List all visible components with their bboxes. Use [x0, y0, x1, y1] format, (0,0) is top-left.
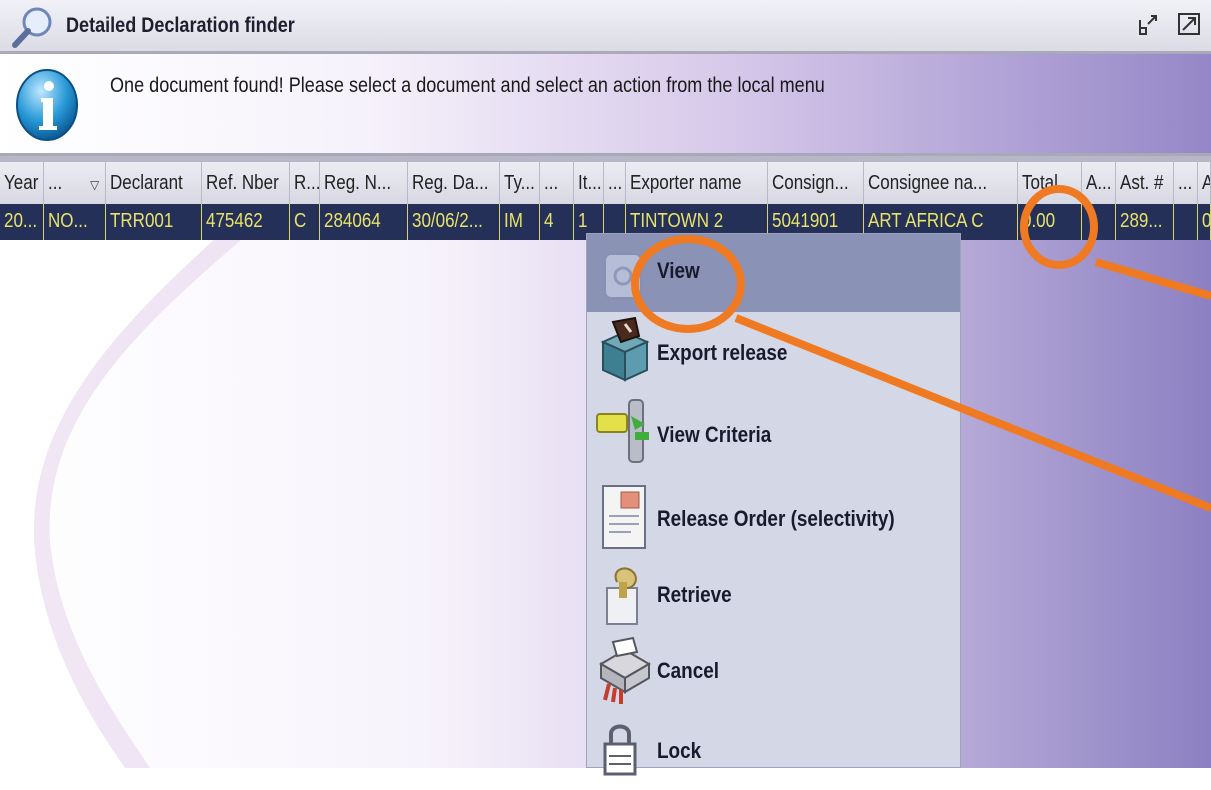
title-bar: Detailed Declaration finder	[0, 0, 1211, 54]
header-reg-date[interactable]: Reg. Da...	[408, 162, 500, 204]
header-col-18[interactable]: ...	[1174, 162, 1198, 204]
menu-label-view-criteria: View Criteria	[657, 422, 772, 447]
header-type[interactable]: Ty...	[500, 162, 540, 204]
table-header: Year ... ▽ Declarant Ref. Nber R... Reg.…	[0, 162, 1211, 204]
maximize-icon[interactable]	[1176, 10, 1202, 38]
header-col-r[interactable]: R...	[290, 162, 320, 204]
menu-item-release-order[interactable]: Release Order (selectivity)	[587, 478, 960, 556]
header-year[interactable]: Year	[0, 162, 44, 204]
cell-total: 0.00	[1018, 204, 1082, 240]
menu-label-lock: Lock	[657, 738, 702, 763]
menu-label-view: View	[657, 258, 700, 283]
header-col-11[interactable]: ...	[604, 162, 626, 204]
window-title: Detailed Declaration finder	[66, 14, 295, 37]
header-consignee-name[interactable]: Consignee na...	[864, 162, 1018, 204]
release-order-icon	[602, 485, 646, 549]
menu-item-lock[interactable]: Lock	[587, 712, 960, 790]
header-col-9[interactable]: ...	[540, 162, 574, 204]
header-col-19[interactable]: A	[1198, 162, 1211, 204]
menu-label-release-order: Release Order (selectivity)	[657, 506, 895, 531]
lock-icon	[603, 724, 637, 776]
header-items[interactable]: It...	[574, 162, 604, 204]
menu-item-view-criteria[interactable]: View Criteria	[587, 394, 960, 472]
header-col-a[interactable]: A...	[1082, 162, 1116, 204]
context-menu: View Export release View Criteria Releas…	[586, 233, 961, 776]
menu-item-cancel[interactable]: Cancel	[587, 632, 960, 710]
retrieve-icon	[606, 567, 638, 625]
cancel-icon	[599, 636, 651, 704]
cell-reg-date: 30/06/2...	[408, 204, 500, 240]
cell-col-9: 4	[540, 204, 574, 240]
cell-col-19: 0	[1198, 204, 1211, 240]
header-ast-nber[interactable]: Ast. #	[1116, 162, 1174, 204]
menu-label-retrieve: Retrieve	[657, 582, 732, 607]
header-total[interactable]: Total	[1018, 162, 1082, 204]
header-exporter-name[interactable]: Exporter name	[626, 162, 768, 204]
export-release-icon	[600, 316, 650, 382]
menu-label-cancel: Cancel	[657, 658, 720, 683]
header-declarant[interactable]: Declarant	[106, 162, 202, 204]
cell-col-2: NO...	[44, 204, 106, 240]
view-icon	[604, 253, 642, 299]
info-panel: One document found! Please select a docu…	[0, 54, 1211, 156]
header-ref-nber[interactable]: Ref. Nber	[202, 162, 290, 204]
cell-col-18	[1174, 204, 1198, 240]
cell-ast-nber: 289...	[1116, 204, 1174, 240]
cell-declarant: TRR001	[106, 204, 202, 240]
magnifier-icon	[12, 7, 52, 48]
cell-year: 20...	[0, 204, 44, 240]
cell-type: IM	[500, 204, 540, 240]
header-reg-nber[interactable]: Reg. N...	[320, 162, 408, 204]
cell-col-a	[1082, 204, 1116, 240]
cell-ref-nber: 475462	[202, 204, 290, 240]
cell-col-r: C	[290, 204, 320, 240]
cell-reg-nber: 284064	[320, 204, 408, 240]
view-criteria-icon	[596, 399, 649, 463]
menu-item-view[interactable]: View	[587, 234, 960, 312]
menu-label-export-release: Export release	[657, 340, 788, 365]
header-consignee-code[interactable]: Consign...	[768, 162, 864, 204]
info-icon	[16, 69, 78, 141]
info-message: One document found! Please select a docu…	[110, 74, 825, 97]
detach-icon[interactable]	[1136, 10, 1162, 38]
sort-icon: ▽	[90, 178, 100, 192]
menu-item-export-release[interactable]: Export release	[587, 312, 960, 390]
menu-item-retrieve[interactable]: Retrieve	[587, 556, 960, 634]
